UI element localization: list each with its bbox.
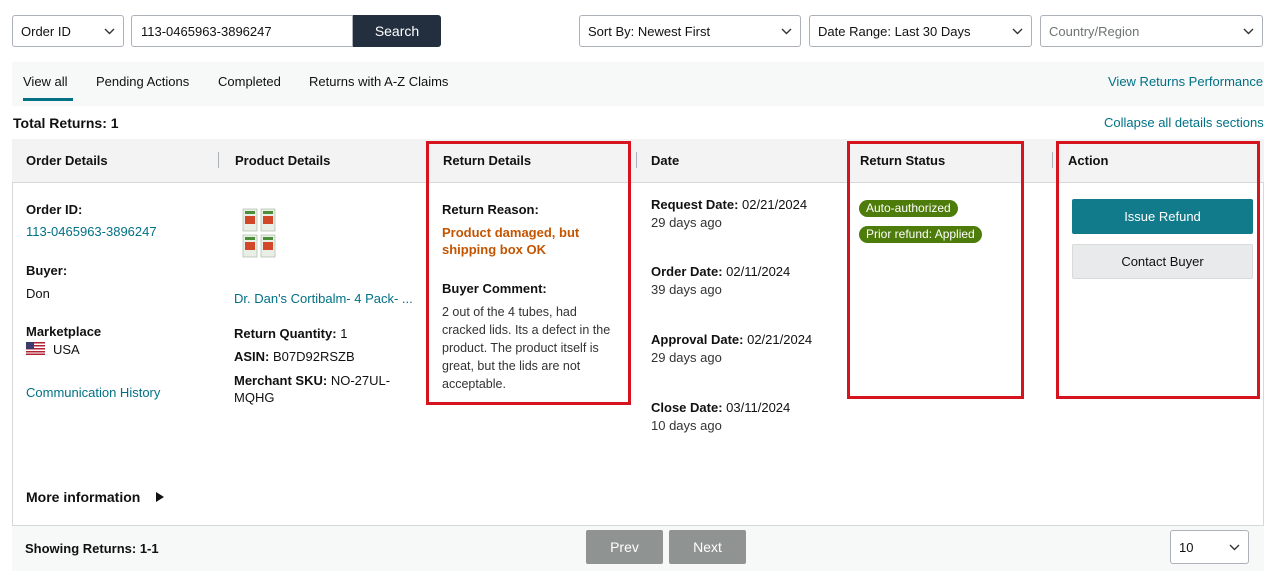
- search-button[interactable]: Search: [353, 15, 441, 47]
- asin-label: ASIN:: [234, 349, 270, 364]
- tab-returns-with-az-claims[interactable]: Returns with A-Z Claims: [309, 74, 448, 89]
- buyer-name: Don: [26, 286, 50, 301]
- highlight-return-details: [426, 141, 631, 405]
- tabs-bar: [12, 62, 1264, 106]
- page-size-value: 10: [1179, 539, 1194, 555]
- communication-history-link[interactable]: Communication History: [26, 385, 160, 400]
- product-thumbnail[interactable]: [240, 206, 278, 260]
- chevron-down-icon: [780, 25, 792, 37]
- product-title-link[interactable]: Dr. Dan's Cortibalm- 4 Pack- ...: [234, 291, 413, 306]
- view-returns-performance-link[interactable]: View Returns Performance: [1108, 74, 1263, 89]
- more-information-toggle[interactable]: More information: [26, 489, 165, 505]
- tab-pending-actions[interactable]: Pending Actions: [96, 74, 189, 89]
- column-divider: [218, 152, 219, 168]
- request-date-ago: 29 days ago: [651, 215, 722, 230]
- order-date: Order Date: 02/11/2024 39 days ago: [651, 263, 790, 299]
- marketplace-label: Marketplace: [26, 324, 102, 339]
- buyer-label: Buyer:: [26, 263, 68, 278]
- merchant-sku-label: Merchant SKU:: [234, 373, 328, 388]
- approval-date-value: 02/21/2024: [747, 332, 813, 347]
- sort-select[interactable]: Sort By: Newest First: [579, 15, 801, 47]
- chevron-down-icon: [1228, 541, 1240, 553]
- column-header-product-details: Product Details: [235, 153, 331, 168]
- column-divider: [1052, 152, 1053, 168]
- chevron-down-icon: [1011, 25, 1023, 37]
- next-page-button[interactable]: Next: [669, 530, 746, 564]
- prev-page-button[interactable]: Prev: [586, 530, 663, 564]
- return-quantity-value: 1: [340, 326, 348, 341]
- caret-right-icon: [156, 490, 165, 505]
- chevron-down-icon: [103, 25, 115, 37]
- return-quantity: Return Quantity: 1: [234, 326, 347, 341]
- showing-returns-count: Showing Returns: 1-1: [25, 541, 159, 556]
- column-header-order-details: Order Details: [26, 153, 108, 168]
- sort-value: Sort By: Newest First: [588, 23, 711, 39]
- close-date-value: 03/11/2024: [726, 400, 791, 415]
- order-date-label: Order Date:: [651, 264, 723, 279]
- order-search-input[interactable]: 113-0465963-3896247: [131, 15, 353, 47]
- tab-completed[interactable]: Completed: [218, 74, 281, 89]
- active-tab-indicator: [23, 98, 73, 101]
- order-id-link[interactable]: 113-0465963-3896247: [26, 224, 157, 239]
- country-region-select[interactable]: Country/Region: [1040, 15, 1263, 47]
- country-region-placeholder: Country/Region: [1049, 23, 1140, 39]
- us-flag-icon: [26, 342, 45, 355]
- highlight-return-status: [847, 141, 1024, 399]
- column-divider: [636, 152, 637, 168]
- merchant-sku-value-line1: NO-27UL-: [330, 373, 391, 388]
- more-information-label: More information: [26, 489, 141, 505]
- close-date: Close Date: 03/11/2024 10 days ago: [651, 399, 790, 435]
- asin-value: B07D92RSZB: [273, 349, 355, 364]
- approval-date-ago: 29 days ago: [651, 350, 722, 365]
- chevron-down-icon: [1242, 25, 1254, 37]
- collapse-all-link[interactable]: Collapse all details sections: [1104, 115, 1264, 130]
- request-date-value: 02/21/2024: [742, 197, 808, 212]
- column-header-date: Date: [651, 153, 680, 168]
- date-range-select[interactable]: Date Range: Last 30 Days: [809, 15, 1032, 47]
- order-search-value: 113-0465963-3896247: [141, 23, 272, 39]
- close-date-ago: 10 days ago: [651, 418, 722, 433]
- merchant-sku-value-line2: MQHG: [234, 390, 275, 405]
- order-date-ago: 39 days ago: [651, 282, 722, 297]
- date-range-value: Date Range: Last 30 Days: [818, 23, 971, 39]
- search-type-value: Order ID: [21, 23, 71, 39]
- marketplace-value: USA: [53, 342, 80, 357]
- highlight-action: [1056, 141, 1260, 399]
- close-date-label: Close Date:: [651, 400, 723, 415]
- page-size-select[interactable]: 10: [1170, 530, 1249, 564]
- request-date-label: Request Date:: [651, 197, 739, 212]
- asin: ASIN: B07D92RSZB: [234, 349, 355, 364]
- approval-date-label: Approval Date:: [651, 332, 744, 347]
- request-date: Request Date: 02/21/2024 29 days ago: [651, 196, 807, 232]
- merchant-sku: Merchant SKU: NO-27UL- MQHG: [234, 372, 424, 406]
- tab-view-all[interactable]: View all: [23, 74, 68, 89]
- total-returns-count: Total Returns: 1: [13, 115, 119, 131]
- approval-date: Approval Date: 02/21/2024 29 days ago: [651, 331, 812, 367]
- order-date-value: 02/11/2024: [726, 264, 791, 279]
- order-id-label: Order ID:: [26, 202, 83, 217]
- return-quantity-label: Return Quantity:: [234, 326, 337, 341]
- search-type-select[interactable]: Order ID: [12, 15, 124, 47]
